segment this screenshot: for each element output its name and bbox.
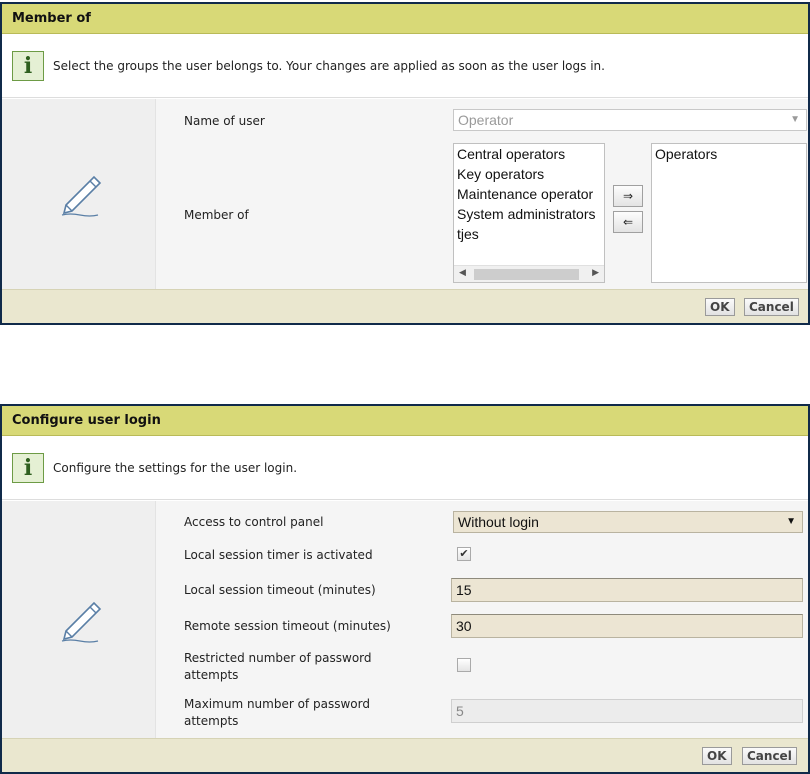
scroll-right-icon[interactable]: ▶ xyxy=(592,267,599,278)
restricted-password-attempts-checkbox[interactable] xyxy=(457,658,471,672)
ok-button[interactable]: OK xyxy=(705,298,735,316)
form-area: Name of user Operator ▼ Member of Centra… xyxy=(2,99,808,291)
list-item[interactable]: Central operators xyxy=(454,144,604,164)
pencil-icon xyxy=(61,175,102,217)
info-icon: i xyxy=(12,452,44,483)
local-session-timeout-label: Local session timeout (minutes) xyxy=(184,583,376,597)
pencil-icon xyxy=(61,601,102,643)
add-group-button[interactable]: ⇒ xyxy=(613,185,643,207)
list-item[interactable]: Key operators xyxy=(454,164,604,184)
max-password-attempts-label: Maximum number of password attempts xyxy=(184,697,370,728)
member-of-dialog: Member of i Select the groups the user b… xyxy=(0,2,810,325)
member-of-label: Member of xyxy=(184,208,249,222)
available-groups-list[interactable]: Central operators Key operators Maintena… xyxy=(453,143,605,283)
cancel-button[interactable]: Cancel xyxy=(744,298,799,316)
icon-pane xyxy=(2,99,156,291)
remove-group-button[interactable]: ⇐ xyxy=(613,211,643,233)
dialog-footer: OK Cancel xyxy=(2,738,808,772)
remote-session-timeout-input[interactable]: 30 xyxy=(451,614,803,638)
list-item[interactable]: Maintenance operator xyxy=(454,184,604,204)
local-session-timer-checkbox[interactable]: ✔ xyxy=(457,547,471,561)
info-text: Configure the settings for the user logi… xyxy=(53,460,298,475)
access-control-panel-value: Without login xyxy=(458,514,539,530)
access-control-panel-select[interactable]: Without login ▼ xyxy=(453,511,803,533)
scroll-left-icon[interactable]: ◀ xyxy=(459,267,466,278)
info-bar: i Configure the settings for the user lo… xyxy=(2,436,808,500)
info-text: Select the groups the user belongs to. Y… xyxy=(53,58,605,73)
chevron-down-icon: ▼ xyxy=(790,114,800,125)
access-control-panel-label: Access to control panel xyxy=(184,515,324,529)
list-item[interactable]: tjes xyxy=(454,224,604,244)
name-of-user-value: Operator xyxy=(458,112,514,128)
dialog-title: Configure user login xyxy=(2,406,808,436)
dialog-footer: OK Cancel xyxy=(2,289,808,323)
selected-groups-list[interactable]: Operators xyxy=(651,143,807,283)
name-of-user-select[interactable]: Operator ▼ xyxy=(453,109,807,131)
restricted-password-attempts-label: Restricted number of password attempts xyxy=(184,651,372,682)
horizontal-scrollbar[interactable]: ◀ ▶ xyxy=(454,265,604,282)
chevron-down-icon: ▼ xyxy=(786,516,796,527)
remote-session-timeout-label: Remote session timeout (minutes) xyxy=(184,619,391,633)
local-session-timeout-input[interactable]: 15 xyxy=(451,578,803,602)
ok-button[interactable]: OK xyxy=(702,747,732,765)
info-bar: i Select the groups the user belongs to.… xyxy=(2,34,808,98)
cancel-button[interactable]: Cancel xyxy=(742,747,797,765)
list-item[interactable]: System administrators xyxy=(454,204,604,224)
name-of-user-label: Name of user xyxy=(184,114,265,128)
max-password-attempts-input[interactable]: 5 xyxy=(451,699,803,723)
scrollbar-thumb[interactable] xyxy=(474,269,579,280)
icon-pane xyxy=(2,501,156,740)
info-icon: i xyxy=(12,50,44,81)
configure-user-login-dialog: Configure user login i Configure the set… xyxy=(0,404,810,774)
list-item[interactable]: Operators xyxy=(652,144,806,164)
dialog-title: Member of xyxy=(2,4,808,34)
form-area: Access to control panel Without login ▼ … xyxy=(2,501,808,740)
local-session-timer-label: Local session timer is activated xyxy=(184,548,373,562)
